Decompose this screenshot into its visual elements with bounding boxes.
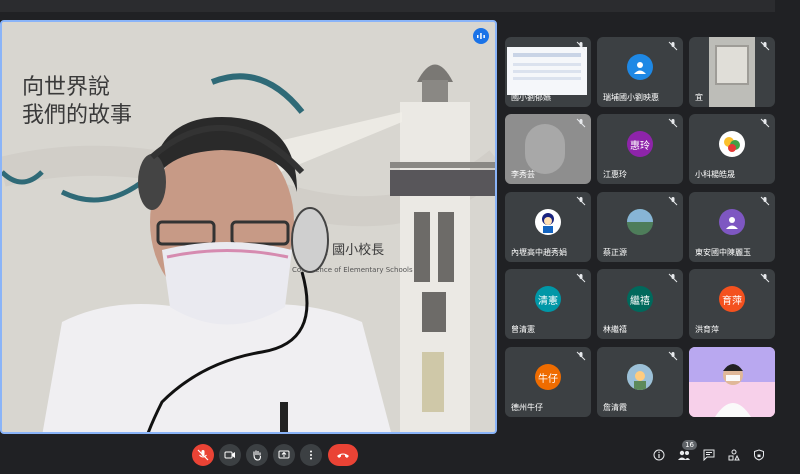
avatar-initials: 清憲	[535, 286, 561, 312]
participant-tile[interactable]: 瑞埔國小劉映惠	[597, 37, 683, 107]
shield-lock-icon	[754, 449, 764, 461]
participant-name: 詹清霞	[603, 403, 627, 412]
avatar-initials: 惠玲	[627, 131, 653, 157]
mic-off-icon	[576, 273, 586, 283]
people-button[interactable]: 16	[675, 440, 697, 464]
mic-off-icon	[760, 118, 770, 128]
mic-off-icon	[760, 196, 770, 206]
avatar-icon	[719, 209, 745, 235]
mic-off-icon	[668, 196, 678, 206]
participant-tile[interactable]: 清憲 曾清憲	[505, 269, 591, 339]
participant-name: 洪育萍	[695, 325, 719, 334]
speaking-indicator-icon	[473, 28, 489, 44]
camera-toggle-button[interactable]	[219, 444, 241, 466]
participant-name: 蔡正源	[603, 248, 627, 257]
participant-video	[525, 124, 565, 174]
avatar-image	[535, 209, 561, 235]
raise-hand-button[interactable]	[246, 444, 268, 466]
mic-off-icon	[668, 273, 678, 283]
avatar-image	[719, 131, 745, 157]
avatar-icon	[627, 54, 653, 80]
participant-tile[interactable]: 蔡正源	[597, 192, 683, 262]
avatar-initials: 牛仔	[535, 364, 561, 390]
meeting-details-button[interactable]	[650, 446, 668, 464]
present-icon	[278, 450, 290, 459]
mic-off-icon	[760, 273, 770, 283]
avatar-image	[627, 364, 653, 390]
leave-call-button[interactable]	[328, 444, 358, 466]
mic-off-icon	[668, 351, 678, 361]
meeting-stage: 向世界說 我們的故事 年度 國小校長 Conference of Element…	[0, 0, 800, 474]
more-options-button[interactable]	[300, 444, 322, 466]
mic-toggle-button[interactable]	[192, 444, 214, 466]
banner-line-2: 我們的故事	[22, 103, 132, 128]
banner-line-1: 向世界說	[22, 75, 110, 100]
camera-icon	[224, 451, 235, 459]
participant-tile[interactable]: 宜	[689, 37, 775, 107]
info-icon	[653, 449, 665, 461]
mic-off-icon	[576, 196, 586, 206]
top-strip	[0, 0, 800, 16]
host-controls-button[interactable]	[750, 446, 768, 464]
participant-name: 德州牛仔	[511, 403, 543, 412]
participant-tile[interactable]: 育萍 洪育萍	[689, 269, 775, 339]
chat-button[interactable]	[700, 446, 718, 464]
participant-tile[interactable]: 內壢高中趙秀娟	[505, 192, 591, 262]
avatar-image	[627, 209, 653, 235]
participant-name: 曾清憲	[511, 325, 535, 334]
participant-name: 林繼禧	[603, 325, 627, 334]
shared-screen-thumbnail	[507, 47, 587, 95]
avatar-initials: 育萍	[719, 286, 745, 312]
participant-tile[interactable]: 詹清霞	[597, 347, 683, 417]
participant-name: 宜	[695, 93, 703, 102]
mic-off-icon	[668, 118, 678, 128]
participant-tile[interactable]: 牛仔 德州牛仔	[505, 347, 591, 417]
activities-button[interactable]	[725, 446, 743, 464]
mic-off-icon	[576, 351, 586, 361]
participant-tile[interactable]: 李秀芸	[505, 114, 591, 184]
participant-tile[interactable]: 東安國中陳麗玉	[689, 192, 775, 262]
mic-off-icon	[576, 118, 586, 128]
participant-name: 江惠玲	[603, 170, 627, 179]
more-vert-icon	[310, 450, 312, 460]
mic-off-icon	[760, 41, 770, 51]
participant-tile[interactable]	[689, 347, 775, 417]
participant-tile[interactable]: 國小劉郁嬿	[505, 37, 591, 107]
participant-tile[interactable]: 小科楊皓晟	[689, 114, 775, 184]
participant-name: 國小劉郁嬿	[511, 93, 551, 102]
people-count-badge: 16	[682, 440, 697, 450]
meeting-controls: 16	[0, 440, 800, 474]
people-icon	[678, 450, 690, 460]
participant-name: 東安國中陳麗玉	[695, 248, 751, 257]
participant-tile[interactable]: 惠玲 江惠玲	[597, 114, 683, 184]
speaker-video: 向世界說 我們的故事 年度 國小校長 Conference of Element…	[2, 22, 495, 432]
chat-icon	[703, 449, 715, 461]
participant-name: 小科楊皓晟	[695, 170, 735, 179]
participant-name: 瑞埔國小劉映惠	[603, 93, 659, 102]
participant-video	[689, 347, 775, 417]
call-end-icon	[337, 453, 349, 458]
raise-hand-icon	[253, 450, 262, 461]
mic-off-icon	[576, 41, 586, 51]
mic-off-icon	[668, 41, 678, 51]
mic-off-icon	[197, 449, 209, 461]
participant-tile[interactable]: 繼禧 林繼禧	[597, 269, 683, 339]
participant-name: 內壢高中趙秀娟	[511, 248, 567, 257]
activities-icon	[728, 449, 740, 461]
main-speaker-tile[interactable]: 向世界說 我們的故事 年度 國小校長 Conference of Element…	[0, 20, 497, 434]
participant-name: 李秀芸	[511, 170, 535, 179]
avatar-initials: 繼禧	[627, 286, 653, 312]
present-button[interactable]	[273, 444, 295, 466]
